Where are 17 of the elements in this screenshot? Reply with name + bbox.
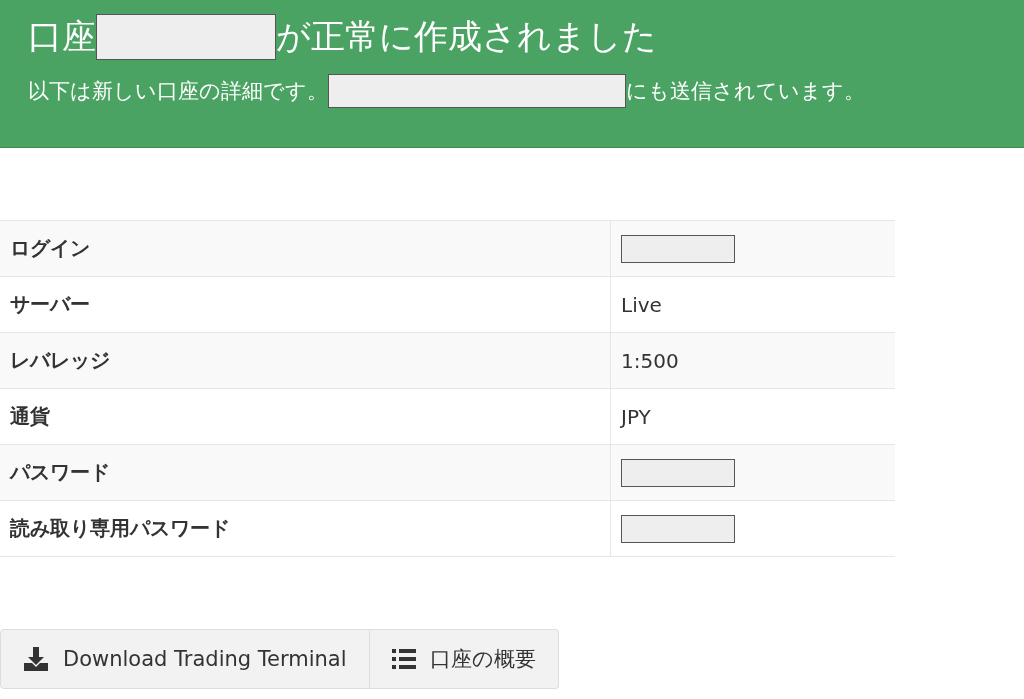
banner-text: にも送信されています。: [626, 78, 865, 105]
download-icon: [23, 646, 49, 672]
row-label: サーバー: [0, 277, 611, 332]
banner-text: 以下は新しい口座の詳細です。: [28, 78, 328, 105]
banner-title: が正常に作成されました: [276, 15, 657, 58]
row-label: ログイン: [0, 221, 611, 276]
download-button[interactable]: Download Trading Terminal: [0, 629, 370, 689]
row-label: レバレッジ: [0, 333, 611, 388]
row-label: 読み取り専用パスワード: [0, 501, 611, 556]
row-label: 通貨: [0, 389, 611, 444]
row-value: Live: [621, 292, 662, 317]
row-label: パスワード: [0, 445, 611, 500]
list-icon: [391, 649, 416, 669]
overview-button[interactable]: 口座の概要: [369, 629, 559, 689]
banner-title: 口座: [28, 15, 96, 58]
row-value: JPY: [621, 404, 651, 429]
row-value: 1:500: [621, 348, 679, 373]
